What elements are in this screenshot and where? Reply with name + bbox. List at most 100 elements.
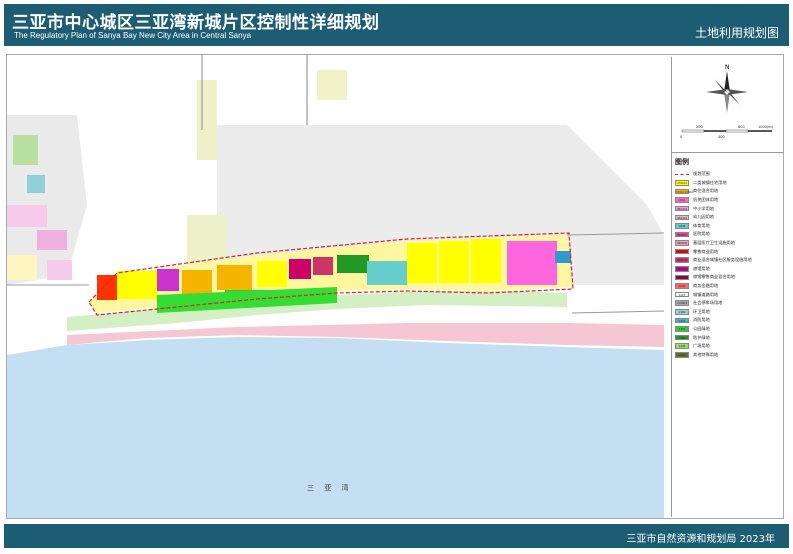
plot-retail [313,257,333,275]
legend-item: 0902 商务金融用地 [675,282,783,291]
legend-label: 环卫用地 [693,308,710,314]
legend-label: 消防用地 [693,317,710,323]
legend-item: 1402 防护绿地 [675,333,783,342]
scale-label: 1000(m) [758,125,774,129]
legend-item: 080601 医院用地 [675,230,783,239]
legend-item: 0904 旅馆零售商业混合用地 [675,273,783,282]
context-block [197,80,217,160]
legend-swatch: 1311 [675,317,689,324]
plot-residential [471,239,501,283]
legend-item: 090101 零售商业用地 [675,247,783,256]
legend-item: 090104 旅馆用地 [675,265,783,274]
legend-label: 社会停车场用地 [693,300,723,306]
plot-commercial [97,275,117,300]
legend-label: 二类城镇住宅用地 [693,179,727,185]
legend-label: 商业混合城镇社区服务设施用地 [693,257,752,263]
legend-label: 体育用地 [693,222,710,228]
legend-swatch: 1501 [675,352,689,358]
context-block [187,215,227,265]
legend-swatch: 0801 [675,197,689,203]
compass-scale-box: N 0 200 400 600 1000(m) [672,57,783,153]
legend-swatch: 070101/0901 [675,188,694,195]
legend-swatch: 080602 [675,240,689,246]
map-frame: 三 亚 湾 N 0 200 400 600 1000(m) 图例 规划范围 07… [6,54,784,519]
plot-hotel [157,269,179,291]
svg-text:N: N [725,64,730,71]
bay-label: 三 亚 湾 [307,484,353,492]
legend-item: 1401 公园绿地 [675,325,783,334]
legend-swatch: 1302 [675,309,689,315]
legend-label: 机关团体用地 [693,197,719,203]
legend-swatch: 120803 [675,300,689,306]
legend-label: 旅馆用地 [693,265,710,271]
legend-swatch: 080404 [675,214,689,221]
legend-swatch: 0805 [675,223,689,229]
scale-label: 200 [696,125,703,129]
legend-swatch: 080601 [675,231,689,238]
legend-item: 1501 其他特殊用地 [675,350,783,359]
legend-item: 1302 环卫用地 [675,308,783,317]
context-block [7,205,47,227]
legend-label: 医院用地 [693,231,710,237]
scale-label: 0 [680,135,682,139]
scale-label: 600 [738,125,745,129]
context-block [317,70,347,100]
legend-panel: N 0 200 400 600 1000(m) 图例 规划范围 070101 二… [671,57,783,517]
plot-sports [367,261,407,285]
plot-residential [439,241,469,283]
legend-item: 080602 基层医疗卫生设施用地 [675,239,783,248]
legend-swatch: 1402 [675,334,689,341]
legend-label: 中小学用地 [693,205,714,211]
plot-protective-green [337,255,369,273]
plot-government [507,241,557,285]
legend-label: 旅馆零售商业混合用地 [693,274,735,280]
legend-swatch: 0904 [675,274,689,281]
context-block [37,230,67,250]
context-block [27,175,45,193]
land-use-map[interactable] [7,55,664,519]
legend-item: 070101 二类城镇住宅用地 [675,179,783,188]
title-english: The Regulatory Plan of Sanya Bay New Cit… [14,31,252,40]
legend-item: 070101/0901 商住混合用地 [675,187,783,196]
scale-label: 400 [718,135,725,139]
context-block [47,260,72,280]
title-chinese: 三亚市中心城区三亚湾新城片区控制性详细规划 [12,13,380,33]
legend-label: 其他特殊用地 [693,351,719,357]
legend-item-boundary: 规划范围 [675,170,783,179]
legend-swatch: 090104 [675,257,689,263]
legend-swatch: 090104 [675,266,689,272]
legend-item: 090104 商业混合城镇社区服务设施用地 [675,256,783,265]
legend-item: 080403 中小学用地 [675,204,783,213]
legend-swatch: 090101 [675,248,689,255]
legend-label: 基层医疗卫生设施用地 [693,240,735,246]
header-banner: 三亚市中心城区三亚湾新城片区控制性详细规划 The Regulatory Pla… [4,4,789,46]
legend-item: 1311 消防用地 [675,316,783,325]
footer-text: 三亚市自然资源和规划局 2023年 [626,534,775,545]
boundary-swatch [675,173,689,175]
legend-item: 1403 广场用地 [675,342,783,351]
legend-title: 图例 [675,158,689,166]
plot-residential [117,271,157,299]
plot-mixed [182,270,212,295]
map-subtitle: 土地利用规划图 [694,26,779,40]
legend-item: 1207 城镇道路用地 [675,290,783,299]
legend-label: 商住混合用地 [693,188,719,194]
legend-item: 0805 体育用地 [675,222,783,231]
legend-label: 零售商业用地 [693,248,719,254]
plot-mixed [217,265,252,290]
context-block [7,255,37,280]
legend-label: 城镇道路用地 [693,291,719,297]
legend-swatch: 080403 [675,205,689,212]
footer-banner: 三亚市自然资源和规划局 2023年 [4,524,789,548]
legend-label: 商务金融用地 [693,283,719,289]
plot-residential [257,261,287,287]
legend-swatch: 1403 [675,343,689,349]
legend-label: 广场用地 [693,343,710,349]
plot-fire [555,251,571,263]
legend-item: 080404 幼儿园用地 [675,213,783,222]
legend-swatch: 1401 [675,326,689,332]
legend-label: 防护绿地 [693,334,710,340]
legend-swatch: 0902 [675,283,689,289]
legend-swatch: 1207 [675,291,689,298]
legend-item: 0801 机关团体用地 [675,196,783,205]
